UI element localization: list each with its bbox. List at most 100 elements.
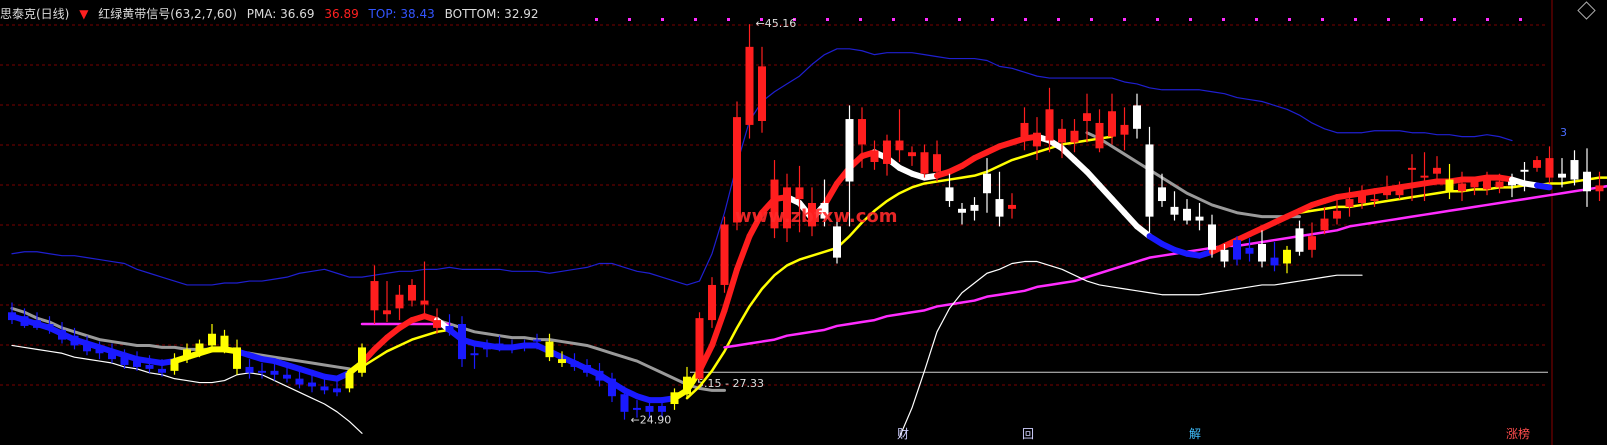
top-signal-dot bbox=[1189, 18, 1192, 21]
top-signal-dot bbox=[1288, 18, 1291, 21]
candle-body bbox=[70, 335, 79, 346]
candle-body bbox=[145, 364, 154, 369]
candle-body bbox=[895, 140, 904, 151]
candle-body bbox=[95, 349, 104, 354]
candle-body bbox=[395, 294, 404, 309]
candle-body bbox=[1358, 195, 1366, 203]
candle-body bbox=[745, 46, 754, 125]
candle-body bbox=[1083, 113, 1091, 122]
candle-body bbox=[920, 152, 929, 174]
candle-body bbox=[358, 347, 366, 373]
candle-body bbox=[445, 325, 454, 332]
candle-body bbox=[1458, 183, 1466, 192]
candle-body bbox=[795, 187, 804, 200]
candle-body bbox=[1108, 111, 1116, 137]
candle-body bbox=[633, 407, 641, 410]
candle-body bbox=[1545, 158, 1554, 178]
candle-body bbox=[708, 284, 716, 321]
candlestick-chart[interactable]: 3 25.15 - 27.33 ←45.16 ←24.90 www.zbfxw.com 财… bbox=[0, 0, 1607, 445]
candle-body bbox=[608, 378, 616, 397]
candle-body bbox=[495, 343, 504, 348]
candle-body bbox=[1520, 169, 1529, 172]
watermark-text: www.zbfxw.com bbox=[735, 206, 897, 227]
candle-body bbox=[545, 341, 554, 358]
bottom-label: BOTTOM: 32.92 bbox=[444, 7, 539, 21]
top-signal-dot bbox=[1420, 18, 1423, 21]
candle-body bbox=[1258, 243, 1266, 262]
candle-body bbox=[558, 359, 566, 364]
candle-body bbox=[1308, 236, 1316, 250]
candle-body bbox=[1445, 179, 1454, 192]
candle-body bbox=[1170, 206, 1179, 215]
candle-body bbox=[508, 347, 516, 350]
top-signal-dot bbox=[892, 18, 895, 21]
candle-body bbox=[270, 370, 279, 375]
candle-body bbox=[570, 361, 579, 367]
candle-body bbox=[758, 66, 766, 122]
candle-body bbox=[1345, 199, 1354, 207]
top-signal-dot bbox=[991, 18, 994, 21]
candle-body bbox=[1008, 204, 1016, 209]
candle-body bbox=[345, 372, 354, 389]
candle-body bbox=[1383, 187, 1391, 196]
candle-body bbox=[1020, 122, 1029, 137]
candle-body bbox=[8, 312, 16, 321]
candle-body bbox=[833, 226, 841, 258]
candle-body bbox=[845, 119, 854, 182]
candle-body bbox=[1145, 144, 1154, 217]
candle-body bbox=[658, 405, 666, 412]
candle-body bbox=[258, 370, 266, 373]
top-signal-dot bbox=[1321, 18, 1324, 21]
candle-body bbox=[195, 343, 204, 352]
candle-body bbox=[120, 357, 129, 365]
candle-body bbox=[1333, 210, 1341, 219]
candle-body bbox=[1508, 181, 1516, 186]
top-signal-dot bbox=[1453, 18, 1456, 21]
candle-body bbox=[470, 353, 479, 356]
candle-body bbox=[458, 323, 466, 360]
candle-body bbox=[1245, 247, 1254, 254]
candle-body bbox=[170, 359, 179, 371]
candle-body bbox=[1283, 249, 1291, 264]
trend-band-segment bbox=[1534, 182, 1553, 191]
candle-body bbox=[983, 173, 991, 194]
candle-body bbox=[958, 208, 966, 213]
candle-body bbox=[1095, 122, 1104, 149]
candle-body bbox=[683, 376, 691, 395]
candle-body bbox=[183, 349, 191, 360]
top-signal-dot bbox=[1255, 18, 1258, 21]
chart-canvas: 325.15 - 27.33←45.16←24.90www.zbfxw.com财… bbox=[0, 0, 1607, 445]
bottom-tag: 解 bbox=[1189, 427, 1201, 441]
candle-body bbox=[33, 320, 41, 328]
candle-body bbox=[670, 392, 679, 405]
bottom-tag: 财 bbox=[897, 427, 909, 441]
candle-body bbox=[520, 343, 529, 346]
candle-body bbox=[1408, 167, 1416, 170]
top-signal-dot bbox=[1486, 18, 1489, 21]
candle-body bbox=[1270, 257, 1279, 266]
candle-body bbox=[1583, 171, 1591, 192]
candle-body bbox=[1033, 132, 1041, 147]
pma-label: PMA: 36.69 bbox=[246, 7, 315, 21]
candle-body bbox=[408, 284, 416, 301]
top-signal-dot bbox=[1123, 18, 1126, 21]
candle-body bbox=[1495, 181, 1504, 188]
candle-body bbox=[1533, 160, 1541, 168]
candle-body bbox=[970, 204, 979, 211]
top-signal-dot bbox=[1090, 18, 1093, 21]
bottom-tag: 涨榜 bbox=[1506, 426, 1530, 441]
top-signal-dot bbox=[859, 18, 862, 21]
candle-body bbox=[1483, 179, 1491, 190]
candle-body bbox=[1183, 208, 1191, 221]
stock-name[interactable]: 思泰克(日线) bbox=[0, 7, 69, 21]
top-signal-dot bbox=[925, 18, 928, 21]
candle-body bbox=[245, 366, 254, 373]
indicator-name[interactable]: 红绿黄带信号(63,2,7,60) bbox=[98, 7, 237, 21]
candle-body bbox=[483, 345, 491, 350]
candle-body bbox=[645, 405, 654, 412]
candle-body bbox=[1195, 216, 1204, 221]
price-annotation: ←24.90 bbox=[631, 414, 672, 427]
candle-body bbox=[370, 281, 379, 311]
top-signal-dot bbox=[1519, 18, 1522, 21]
candle-body bbox=[1058, 128, 1066, 143]
